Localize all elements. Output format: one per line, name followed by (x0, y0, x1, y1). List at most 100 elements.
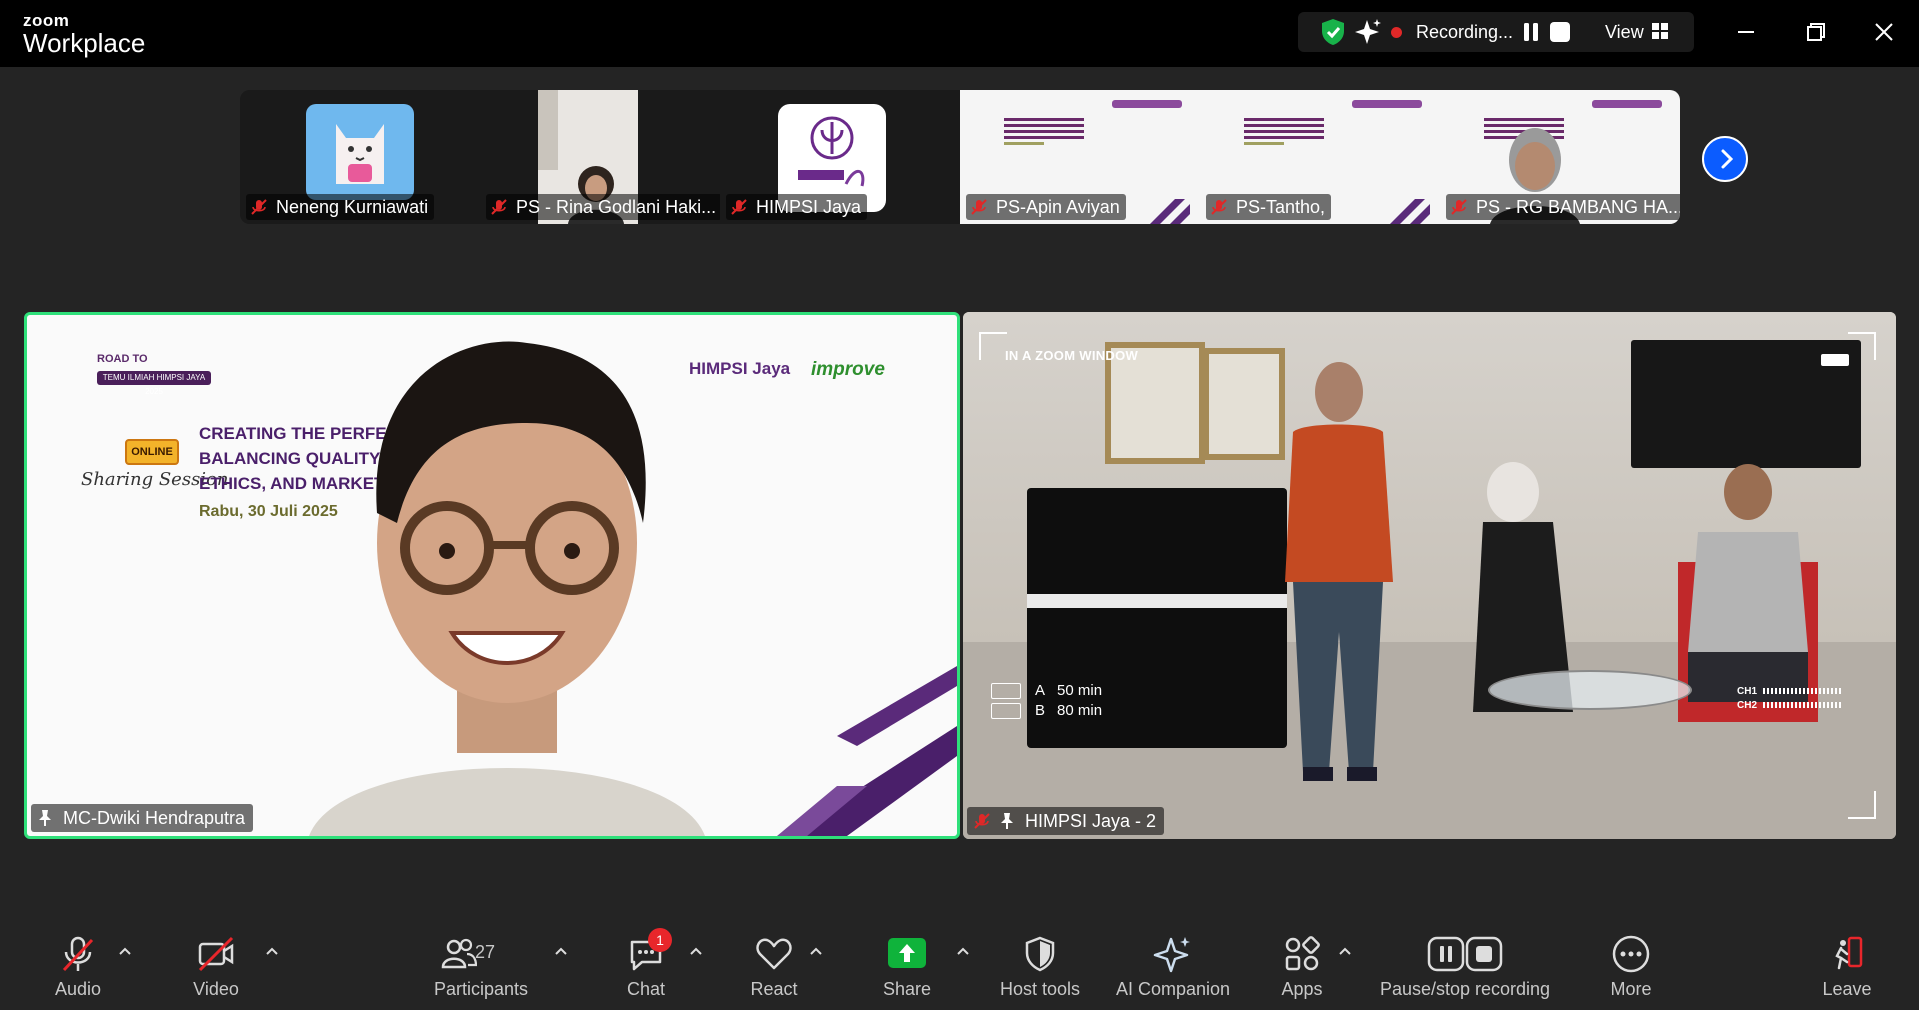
sparkle-icon[interactable] (1355, 18, 1383, 46)
thumbnail-strip: Neneng Kurniawati PS - Rina Godlani Haki… (240, 90, 1680, 224)
chat-badge: 1 (648, 928, 672, 952)
thumbnail-tile[interactable]: PS - Rina Godlani Haki... (480, 90, 720, 224)
pause-icon[interactable] (1520, 21, 1542, 43)
host-tools-label: Host tools (999, 979, 1081, 999)
video-button[interactable]: Video (184, 918, 248, 1010)
thumbnail-tile[interactable]: PS - RG BAMBANG HA... (1440, 90, 1680, 224)
participant-name-label: PS - Rina Godlani Haki... (486, 194, 720, 220)
pause-stop-recording-button[interactable]: Pause/stop recording (1374, 918, 1556, 1010)
recording-group: Recording... View (1298, 12, 1694, 52)
more-button[interactable]: More (1599, 918, 1663, 1010)
overlay-timer-label: B (1035, 702, 1046, 719)
participant-name: HIMPSI Jaya (756, 196, 862, 217)
thumbnail-tile[interactable]: Neneng Kurniawati (240, 90, 480, 224)
caret-up-icon[interactable] (265, 946, 279, 956)
mic-off-icon (491, 199, 507, 215)
shield-check-icon[interactable] (1320, 18, 1346, 46)
audio-channel-label: CH1 (1737, 686, 1758, 697)
thumbnail-tile[interactable]: HIMPSI Jaya (720, 90, 960, 224)
frame-corner (1848, 332, 1876, 360)
share-arrow-icon (899, 944, 915, 962)
participant-name: PS - Rina Godlani Haki... (516, 196, 717, 217)
stop-icon[interactable] (1550, 22, 1570, 42)
battery-icon (1821, 354, 1849, 366)
participant-name-label: PS-Apin Aviyan (966, 194, 1126, 220)
avatar (306, 104, 414, 200)
minimize-icon[interactable] (1728, 14, 1764, 50)
react-label: React (750, 979, 798, 999)
leave-icon (1835, 936, 1863, 970)
participant-name: PS-Tantho, (1236, 196, 1326, 217)
participants-count: 27 (475, 942, 496, 962)
brand-small: zoom (23, 11, 70, 30)
meeting-toolbar: Audio Video 27 Participants 1 Chat React… (0, 918, 1919, 1010)
mic-off-icon (974, 813, 990, 829)
mic-off-icon (971, 199, 987, 215)
maximize-icon[interactable] (1797, 14, 1833, 50)
participant-name-label: HIMPSI Jaya (726, 194, 868, 220)
active-speaker-tile[interactable]: ROAD TO TEMU ILMIAH HIMPSI JAYA 2025 ONL… (24, 312, 960, 839)
participant-name: HIMPSI Jaya - 2 (1025, 810, 1157, 831)
camera-overlay-label: IN A ZOOM WINDOW (1005, 348, 1139, 363)
participant-name-label: HIMPSI Jaya - 2 (967, 807, 1165, 835)
apps-icon (1285, 936, 1320, 971)
apps-label: Apps (1281, 979, 1323, 999)
share-icon-wrap (887, 934, 927, 974)
leave-button[interactable]: Leave (1815, 918, 1879, 1010)
participant-name: MC-Dwiki Hendraputra (63, 807, 246, 828)
participant-tile[interactable]: IN A ZOOM WINDOW A 50 min B 80 min CH1 C… (963, 312, 1896, 839)
close-icon[interactable] (1866, 14, 1902, 50)
participant-name-label: PS - RG BAMBANG HA... (1446, 194, 1680, 220)
caret-up-icon[interactable] (118, 946, 132, 956)
participant-name-label: Neneng Kurniawati (246, 194, 435, 220)
participant-name-label: PS-Tantho, (1206, 194, 1332, 220)
next-page-button[interactable] (1702, 136, 1748, 182)
view-button[interactable]: View (1605, 22, 1644, 43)
chat-label: Chat (626, 979, 666, 999)
chat-icon-wrap: 1 (626, 928, 672, 974)
microphone-muted-icon (62, 936, 94, 972)
leave-label: Leave (1822, 979, 1872, 999)
participants-button[interactable]: 27 Participants (428, 918, 534, 1010)
chat-button[interactable]: 1 Chat (614, 918, 678, 1010)
caret-up-icon[interactable] (1338, 946, 1352, 956)
audio-label: Audio (54, 979, 102, 999)
host-tools-button[interactable]: Host tools (995, 918, 1085, 1010)
thumbnail-tile[interactable]: PS-Apin Aviyan (960, 90, 1200, 224)
chevron-right-icon (1721, 149, 1734, 169)
overlay-timer: A 50 min (991, 682, 1102, 699)
ai-companion-label: AI Companion (1115, 979, 1231, 999)
video-off-icon (198, 936, 234, 972)
shield-icon (1025, 936, 1055, 972)
caret-up-icon[interactable] (956, 946, 970, 956)
recording-dot-icon (1391, 27, 1402, 38)
slide-decoration (777, 666, 957, 836)
pin-icon (1001, 813, 1013, 829)
overlay-timer-value: 50 min (1057, 682, 1103, 699)
pause-stop-label: Pause/stop recording (1379, 979, 1551, 999)
caret-up-icon[interactable] (809, 946, 823, 956)
ai-companion-button[interactable]: AI Companion (1110, 918, 1236, 1010)
mic-off-icon (1211, 199, 1227, 215)
caret-up-icon[interactable] (554, 946, 568, 956)
heart-icon (756, 938, 792, 970)
audio-button[interactable]: Audio (46, 918, 110, 1010)
share-button[interactable]: Share (875, 918, 939, 1010)
caret-up-icon[interactable] (689, 946, 703, 956)
title-bar: zoom Workplace Recording... View (0, 0, 1919, 67)
participants-label: Participants (433, 979, 529, 999)
app-brand: zoom Workplace (23, 12, 145, 56)
recording-label: Recording... (1416, 22, 1514, 42)
participant-name: PS-Apin Aviyan (996, 196, 1120, 217)
grid-view-icon[interactable] (1651, 22, 1669, 40)
react-button[interactable]: React (742, 918, 806, 1010)
video-label: Video (193, 979, 239, 999)
participant-name-label: MC-Dwiki Hendraputra (31, 804, 254, 832)
apps-button[interactable]: Apps (1270, 918, 1334, 1010)
slide-road-to: ROAD TO (97, 353, 148, 365)
share-label: Share (882, 979, 932, 999)
participant-name: PS - RG BAMBANG HA... (1476, 196, 1680, 217)
thumbnail-tile[interactable]: PS-Tantho, (1200, 90, 1440, 224)
frame-corner (1848, 791, 1876, 819)
ellipsis-icon (1612, 935, 1650, 973)
